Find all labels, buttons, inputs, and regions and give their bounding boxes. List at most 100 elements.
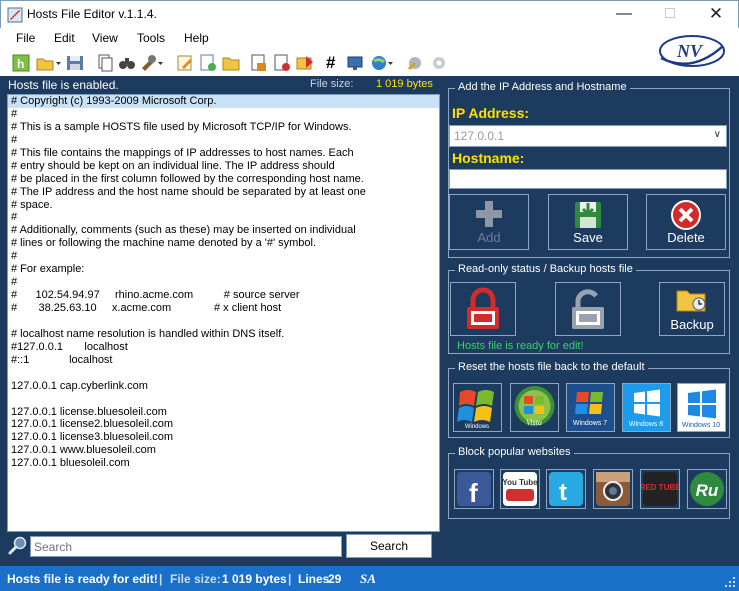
add-ip-group-title: Add the IP Address and Hostname xyxy=(455,81,630,93)
lock-file-icon[interactable] xyxy=(250,53,268,73)
editor-line[interactable]: # The IP address and the host name shoul… xyxy=(8,186,439,199)
reset-windows-8-button[interactable]: Windows 8 xyxy=(622,383,671,432)
backup-button[interactable]: Backup xyxy=(659,282,725,336)
block-instagram-button[interactable] xyxy=(593,469,633,509)
editor-line[interactable] xyxy=(8,315,439,328)
editor-line[interactable]: # 38.25.63.10 x.acme.com # x client host xyxy=(8,302,439,315)
ip-address-select[interactable]: 127.0.0.1 ∨ xyxy=(449,125,727,147)
editor-line[interactable]: 127.0.0.1 license.bluesoleil.com xyxy=(8,406,439,419)
save-disk-icon[interactable] xyxy=(66,53,84,73)
hosts-enabled-text: Hosts file is enabled. xyxy=(8,78,119,92)
facebook-icon: f xyxy=(457,472,491,508)
block-twitter-button[interactable]: t xyxy=(546,469,586,509)
editor-line[interactable]: # entry should be kept on an individual … xyxy=(8,160,439,173)
editor-line[interactable]: # xyxy=(8,250,439,263)
editor-line[interactable]: #127.0.0.1 localhost xyxy=(8,341,439,354)
hosts-editor[interactable]: # Copyright (c) 1993-2009 Microsoft Corp… xyxy=(7,94,440,532)
open-folder-icon[interactable] xyxy=(36,53,62,73)
tools-icon[interactable] xyxy=(140,53,166,73)
block-group-title: Block popular websites xyxy=(455,446,574,458)
edit-note-icon[interactable] xyxy=(176,53,194,73)
hash-icon[interactable]: # xyxy=(326,53,335,73)
save-disk-icon xyxy=(575,202,601,228)
export-icon[interactable] xyxy=(296,53,314,73)
hostname-label: Hostname: xyxy=(452,150,525,166)
editor-line[interactable]: # This file contains the mappings of IP … xyxy=(8,147,439,160)
editor-line[interactable]: # 102.54.94.97 rhino.acme.com # source s… xyxy=(8,289,439,302)
editor-line[interactable]: 127.0.0.1 license2.bluesoleil.com xyxy=(8,418,439,431)
maximize-button[interactable]: □ xyxy=(647,1,693,29)
delete-file-icon[interactable] xyxy=(273,53,291,73)
svg-text:f: f xyxy=(469,478,478,508)
reset-windows-10-button[interactable]: Windows 10 xyxy=(677,383,726,432)
editor-line[interactable]: 127.0.0.1 license3.bluesoleil.com xyxy=(8,431,439,444)
reset-windows-7-button[interactable]: Windows 7 xyxy=(566,383,615,432)
svg-text:Windows 10: Windows 10 xyxy=(682,422,720,429)
editor-line[interactable]: # Additionally, comments (such as these)… xyxy=(8,224,439,237)
settings-icon[interactable] xyxy=(406,53,424,73)
status-size-value: 1 019 bytes xyxy=(222,572,287,586)
editor-line[interactable]: # xyxy=(8,134,439,147)
menu-view[interactable]: View xyxy=(92,31,118,45)
editor-line[interactable]: # localhost name resolution is handled w… xyxy=(8,328,439,341)
add-button[interactable]: Add xyxy=(449,194,529,250)
gear-icon[interactable] xyxy=(430,53,448,73)
block-ru-button[interactable]: Ru xyxy=(687,469,727,509)
reset-windows-xp-button[interactable]: Windows xyxy=(453,383,502,432)
reset-group-title: Reset the hosts file back to the default xyxy=(455,361,648,373)
editor-line[interactable]: # xyxy=(8,276,439,289)
network-icon[interactable] xyxy=(346,53,364,73)
delete-button-label: Delete xyxy=(667,230,705,245)
block-youtube-button[interactable]: You Tube xyxy=(500,469,540,509)
find-icon[interactable] xyxy=(118,53,136,73)
svg-text:Windows 7: Windows 7 xyxy=(573,420,607,427)
resize-grip-icon[interactable] xyxy=(724,576,736,588)
chevron-down-icon: ∨ xyxy=(713,129,721,140)
backup-folder-icon xyxy=(676,290,706,312)
globe-icon[interactable] xyxy=(370,53,396,73)
editor-line[interactable]: # For example: xyxy=(8,263,439,276)
editor-line[interactable] xyxy=(8,393,439,406)
new-file-icon[interactable] xyxy=(199,53,217,73)
hosts-icon[interactable]: h xyxy=(12,53,30,73)
editor-line[interactable]: # Copyright (c) 1993-2009 Microsoft Corp… xyxy=(8,95,439,108)
editor-line[interactable] xyxy=(8,367,439,380)
file-size-value: 1 019 bytes xyxy=(376,78,433,90)
menu-tools[interactable]: Tools xyxy=(137,31,165,45)
menu-file[interactable]: File xyxy=(16,31,35,45)
editor-line[interactable]: # This is a sample HOSTS file used by Mi… xyxy=(8,121,439,134)
editor-line[interactable]: # space. xyxy=(8,199,439,212)
editor-line[interactable]: # xyxy=(8,211,439,224)
folder-icon[interactable] xyxy=(222,53,240,73)
unlock-icon xyxy=(572,289,604,329)
copy-icon[interactable] xyxy=(96,53,114,73)
editor-line[interactable]: # xyxy=(8,108,439,121)
minimize-button[interactable]: — xyxy=(601,1,647,29)
unlock-button[interactable] xyxy=(555,282,621,336)
block-redtube-button[interactable]: RED TUBE xyxy=(640,469,681,509)
editor-line[interactable]: 127.0.0.1 bluesoleil.com xyxy=(8,457,439,470)
editor-line[interactable]: #::1 localhost xyxy=(8,354,439,367)
menu-help[interactable]: Help xyxy=(184,31,209,45)
menu-edit[interactable]: Edit xyxy=(54,31,75,45)
author-mark: SA xyxy=(360,571,376,586)
close-button[interactable]: ✕ xyxy=(693,1,739,29)
hostname-input[interactable] xyxy=(449,169,727,189)
windows-7-icon: Windows 7 xyxy=(567,384,614,431)
editor-line[interactable]: 127.0.0.1 cap.cyberlink.com xyxy=(8,380,439,393)
search-button[interactable]: Search xyxy=(346,534,432,558)
editor-line[interactable]: # lines or following the machine name de… xyxy=(8,237,439,250)
search-input[interactable] xyxy=(30,536,342,557)
block-facebook-button[interactable]: f xyxy=(454,469,494,509)
svg-text:Windows: Windows xyxy=(465,424,489,430)
reset-vista-button[interactable]: Vista xyxy=(510,383,559,432)
windows-8-icon: Windows 8 xyxy=(623,384,670,431)
save-button[interactable]: Save xyxy=(548,194,628,250)
lock-button[interactable] xyxy=(450,282,516,336)
editor-line[interactable]: 127.0.0.1 www.bluesoleil.com xyxy=(8,444,439,457)
delete-button[interactable]: Delete xyxy=(646,194,726,250)
editor-line[interactable]: # be placed in the first column followed… xyxy=(8,173,439,186)
svg-text:Windows 8: Windows 8 xyxy=(629,421,663,428)
status-separator: | xyxy=(288,572,292,586)
instagram-icon xyxy=(596,472,630,506)
